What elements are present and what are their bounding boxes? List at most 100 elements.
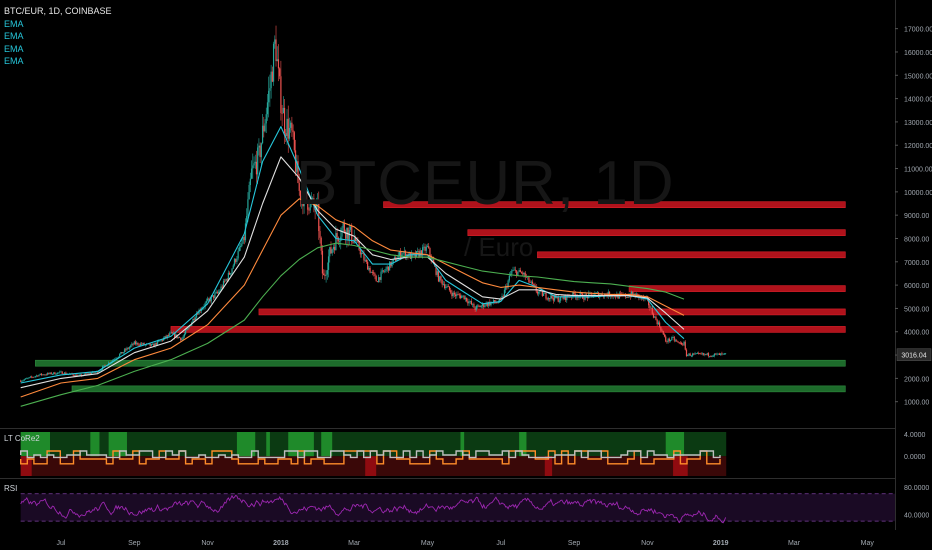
- candle-body: [53, 372, 55, 374]
- ltcore-label[interactable]: LT CoRe2: [4, 434, 40, 443]
- candle-body: [28, 377, 30, 379]
- candle-body: [155, 342, 157, 345]
- candle-body: [89, 373, 91, 375]
- candle-body: [48, 373, 50, 374]
- time-tick-label: 2018: [273, 540, 289, 547]
- candle-body: [370, 271, 372, 273]
- candle-body: [709, 356, 711, 357]
- candle-body: [50, 372, 52, 375]
- candle-body: [261, 125, 264, 144]
- candle-body: [272, 43, 275, 82]
- candle-body: [208, 298, 210, 300]
- candle-body: [46, 373, 49, 375]
- candle-body: [375, 276, 377, 282]
- time-tick-label: May: [421, 540, 435, 547]
- candle-body: [40, 373, 43, 375]
- candle-body: [694, 353, 696, 355]
- candle-body: [216, 291, 218, 293]
- time-tick-label: Mar: [788, 540, 801, 547]
- resistance-zone: [170, 326, 846, 333]
- candle-body: [538, 292, 540, 294]
- candle-body: [660, 326, 662, 331]
- price-tick-label: 8000.00: [904, 236, 929, 243]
- candle-body: [288, 127, 291, 139]
- candle-body: [167, 335, 170, 336]
- candle-body: [656, 319, 658, 325]
- candle-body: [551, 295, 553, 299]
- candle-body: [228, 272, 231, 275]
- candle-body: [627, 297, 629, 298]
- candle-body: [194, 317, 196, 320]
- candle-body: [533, 283, 535, 285]
- candle-body: [382, 270, 385, 272]
- candle-body: [424, 246, 426, 251]
- candle-body: [238, 247, 240, 251]
- candle-body: [276, 59, 278, 62]
- candle-body: [171, 332, 173, 334]
- candle-body: [380, 271, 382, 280]
- candle-body: [192, 318, 194, 323]
- candle-body: [128, 347, 131, 349]
- candle-body: [232, 265, 234, 269]
- candle-body: [336, 233, 338, 238]
- candle-body: [429, 247, 431, 256]
- ema-indicator-4[interactable]: EMA: [4, 55, 112, 68]
- candle-body: [230, 273, 232, 275]
- candle-body: [23, 379, 25, 381]
- rsi-label[interactable]: RSI: [4, 484, 17, 493]
- candle-body: [356, 240, 358, 241]
- candle-body: [103, 365, 105, 367]
- ema-line-4: [20, 242, 685, 407]
- candle-body: [139, 343, 142, 346]
- candle-body: [368, 267, 370, 270]
- last-price-label: 3016.04: [901, 353, 926, 360]
- candle-body: [20, 380, 22, 382]
- candle-body: [260, 143, 262, 158]
- candle-body: [461, 296, 463, 299]
- ltcore-green-block: [90, 432, 100, 457]
- candle-body: [695, 353, 697, 355]
- candle-body: [243, 237, 245, 241]
- candle-body: [662, 331, 664, 335]
- candle-body: [259, 145, 261, 158]
- ema-indicator-1[interactable]: EMA: [4, 18, 112, 31]
- candle-body: [447, 286, 449, 288]
- candle-body: [698, 353, 700, 354]
- trading-chart[interactable]: 17000.00 16000.00 15000.00 14000.00 13000.00…: [0, 0, 932, 550]
- candle-body: [193, 318, 195, 320]
- candle-body: [465, 297, 468, 302]
- candle-body: [360, 252, 363, 255]
- price-tick-label: 13000.00: [904, 120, 932, 127]
- candle-body: [39, 373, 41, 375]
- candle-body: [665, 336, 667, 342]
- symbol-title[interactable]: BTC/EUR, 1D, COINBASE: [4, 6, 112, 16]
- candle-body: [236, 258, 238, 262]
- candle-body: [550, 295, 552, 299]
- candle-body: [657, 322, 659, 325]
- candle-body: [250, 168, 253, 179]
- candle-body: [552, 298, 554, 301]
- candle-body: [522, 272, 524, 275]
- ema-indicator-2[interactable]: EMA: [4, 30, 112, 43]
- candle-body: [280, 76, 282, 114]
- ema-indicator-3[interactable]: EMA: [4, 43, 112, 56]
- candle-body: [231, 268, 233, 274]
- price-tick-label: 2000.00: [904, 376, 929, 383]
- candle-body: [716, 353, 718, 355]
- candle-body: [689, 353, 691, 356]
- price-tick-label: 6000.00: [904, 283, 929, 290]
- candle-body: [131, 343, 133, 346]
- candle-body: [49, 372, 51, 374]
- candle-body: [32, 377, 34, 378]
- candle-body: [365, 259, 368, 262]
- candle-body: [44, 374, 46, 376]
- candle-body: [437, 271, 440, 282]
- candle-body: [519, 269, 521, 273]
- candle-body: [249, 178, 251, 186]
- chart-header: BTC/EUR, 1D, COINBASE EMA EMA EMA EMA: [4, 5, 112, 68]
- candle-body: [119, 354, 121, 357]
- candle-body: [57, 372, 60, 374]
- candle-body: [632, 291, 634, 295]
- candle-body: [705, 354, 707, 355]
- candle-body: [706, 353, 708, 355]
